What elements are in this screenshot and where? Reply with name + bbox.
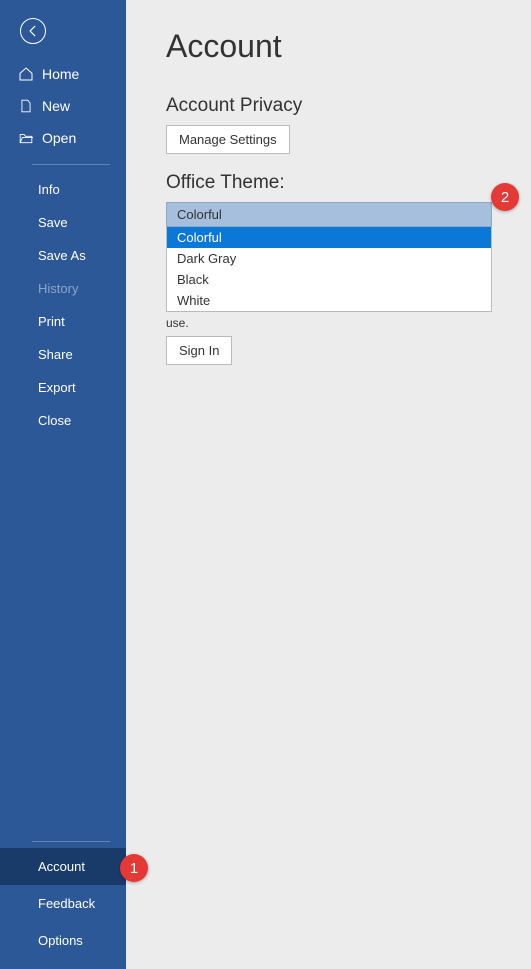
nav-save[interactable]: Save	[0, 206, 126, 239]
annotation-2: 2	[491, 183, 519, 211]
content-area: Account Account Privacy Manage Settings …	[126, 0, 531, 969]
nav-options[interactable]: Options	[0, 922, 126, 959]
sign-in-button[interactable]: Sign In	[166, 336, 232, 365]
theme-option-colorful[interactable]: Colorful	[167, 227, 491, 248]
sidebar-divider-bottom	[32, 841, 110, 842]
nav-history[interactable]: History	[0, 272, 126, 305]
theme-option-white[interactable]: White	[167, 290, 491, 311]
nav-middle-group: Info Save Save As History Print Share Ex…	[0, 173, 126, 437]
nav-info[interactable]: Info	[0, 173, 126, 206]
nav-account[interactable]: Account	[0, 848, 126, 885]
back-button[interactable]	[20, 18, 46, 44]
nav-open-label: Open	[42, 130, 76, 146]
backstage-sidebar: Home New Open Info Save Save As History …	[0, 0, 126, 969]
nav-export[interactable]: Export	[0, 371, 126, 404]
nav-new-label: New	[42, 98, 70, 114]
nav-home-label: Home	[42, 66, 79, 82]
nav-print[interactable]: Print	[0, 305, 126, 338]
nav-home[interactable]: Home	[0, 58, 126, 90]
nav-bottom-group: Account Feedback Options	[0, 841, 126, 969]
nav-new[interactable]: New	[0, 90, 126, 122]
home-icon	[18, 66, 34, 82]
annotation-1: 1	[120, 854, 148, 882]
sidebar-divider	[32, 164, 110, 165]
nav-save-as[interactable]: Save As	[0, 239, 126, 272]
theme-selected-value[interactable]: Colorful	[166, 202, 492, 227]
open-icon	[18, 130, 34, 146]
nav-share[interactable]: Share	[0, 338, 126, 371]
connected-text-trailing: use.	[166, 316, 511, 330]
office-theme-section: Office Theme: Colorful Colorful Dark Gra…	[166, 172, 511, 365]
nav-open[interactable]: Open	[0, 122, 126, 154]
arrow-left-icon	[26, 24, 40, 38]
privacy-heading: Account Privacy	[166, 95, 511, 117]
theme-option-black[interactable]: Black	[167, 269, 491, 290]
account-privacy-section: Account Privacy Manage Settings	[166, 95, 511, 154]
nav-feedback[interactable]: Feedback	[0, 885, 126, 922]
theme-dropdown-list: Colorful Dark Gray Black White	[166, 227, 492, 312]
office-theme-combobox[interactable]: Colorful Colorful Dark Gray Black White	[166, 202, 492, 312]
manage-settings-button[interactable]: Manage Settings	[166, 125, 290, 154]
page-title: Account	[166, 28, 511, 65]
nav-top-group: Home New Open	[0, 58, 126, 154]
new-icon	[18, 98, 34, 114]
theme-heading: Office Theme:	[166, 172, 511, 194]
theme-option-darkgray[interactable]: Dark Gray	[167, 248, 491, 269]
nav-close[interactable]: Close	[0, 404, 126, 437]
